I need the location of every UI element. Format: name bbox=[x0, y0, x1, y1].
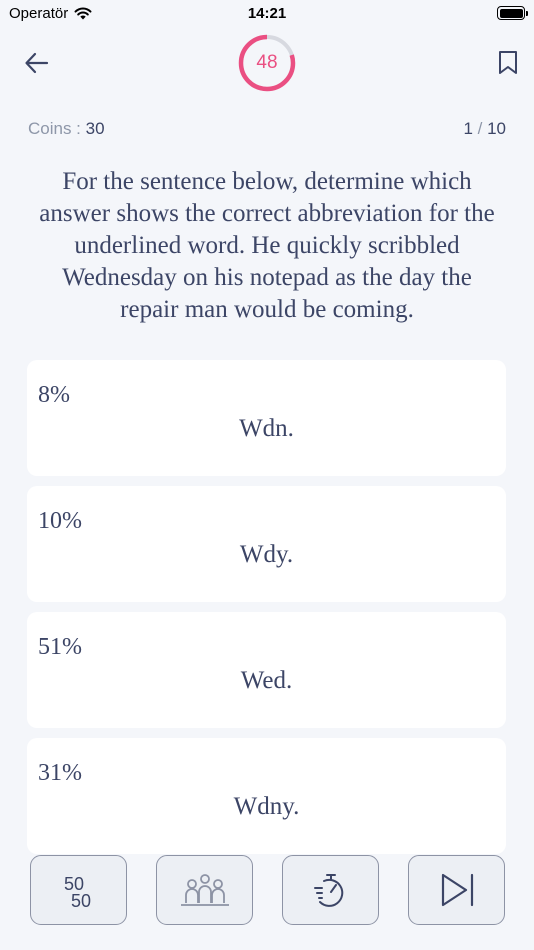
question-text: For the sentence below, determine which … bbox=[39, 168, 495, 323]
clock: 14:21 bbox=[247, 5, 287, 22]
option-percent: 8% bbox=[38, 382, 70, 408]
answer-option-2[interactable]: 10% Wdy. bbox=[27, 486, 506, 602]
bookmark-icon bbox=[499, 51, 517, 74]
fifty-bottom-text: 50 bbox=[71, 891, 91, 911]
progress-separator: / bbox=[472, 119, 488, 138]
skip-icon bbox=[441, 873, 473, 907]
coins-counter: Coins : 30 bbox=[28, 119, 105, 139]
answer-option-4[interactable]: 31% Wdny. bbox=[27, 738, 506, 854]
timer-value: 48 bbox=[256, 52, 278, 73]
arrow-left-icon bbox=[25, 52, 49, 74]
option-percent: 31% bbox=[38, 760, 82, 786]
option-answer: Wdy. bbox=[239, 541, 294, 568]
status-bar: Operatör 14:21 bbox=[0, 0, 534, 30]
answer-option-3[interactable]: 51% Wed. bbox=[27, 612, 506, 728]
answer-option-1[interactable]: 8% Wdn. bbox=[27, 360, 506, 476]
coins-label: Coins : bbox=[28, 119, 86, 138]
question-progress: 1 / 10 bbox=[463, 119, 506, 139]
bookmark-button[interactable] bbox=[496, 48, 520, 78]
battery-icon bbox=[497, 6, 528, 20]
countdown-timer: 48 bbox=[238, 34, 296, 92]
fifty-fifty-icon: 50 50 bbox=[64, 874, 91, 911]
option-answer: Wdn. bbox=[239, 415, 294, 442]
back-button[interactable] bbox=[22, 48, 52, 78]
progress-current: 1 bbox=[463, 119, 473, 138]
progress-total: 10 bbox=[487, 119, 506, 138]
stopwatch-icon bbox=[313, 874, 343, 907]
skip-button[interactable] bbox=[408, 855, 505, 925]
option-answer: Wdny. bbox=[233, 793, 300, 820]
option-percent: 51% bbox=[38, 634, 82, 660]
coins-value: 30 bbox=[85, 119, 105, 138]
fifty-fifty-button[interactable]: 50 50 bbox=[30, 855, 127, 925]
audience-icon bbox=[180, 874, 229, 906]
option-answer: Wed. bbox=[240, 667, 293, 694]
extra-time-button[interactable] bbox=[282, 855, 379, 925]
audience-button[interactable] bbox=[156, 855, 253, 925]
option-percent: 10% bbox=[38, 508, 82, 534]
